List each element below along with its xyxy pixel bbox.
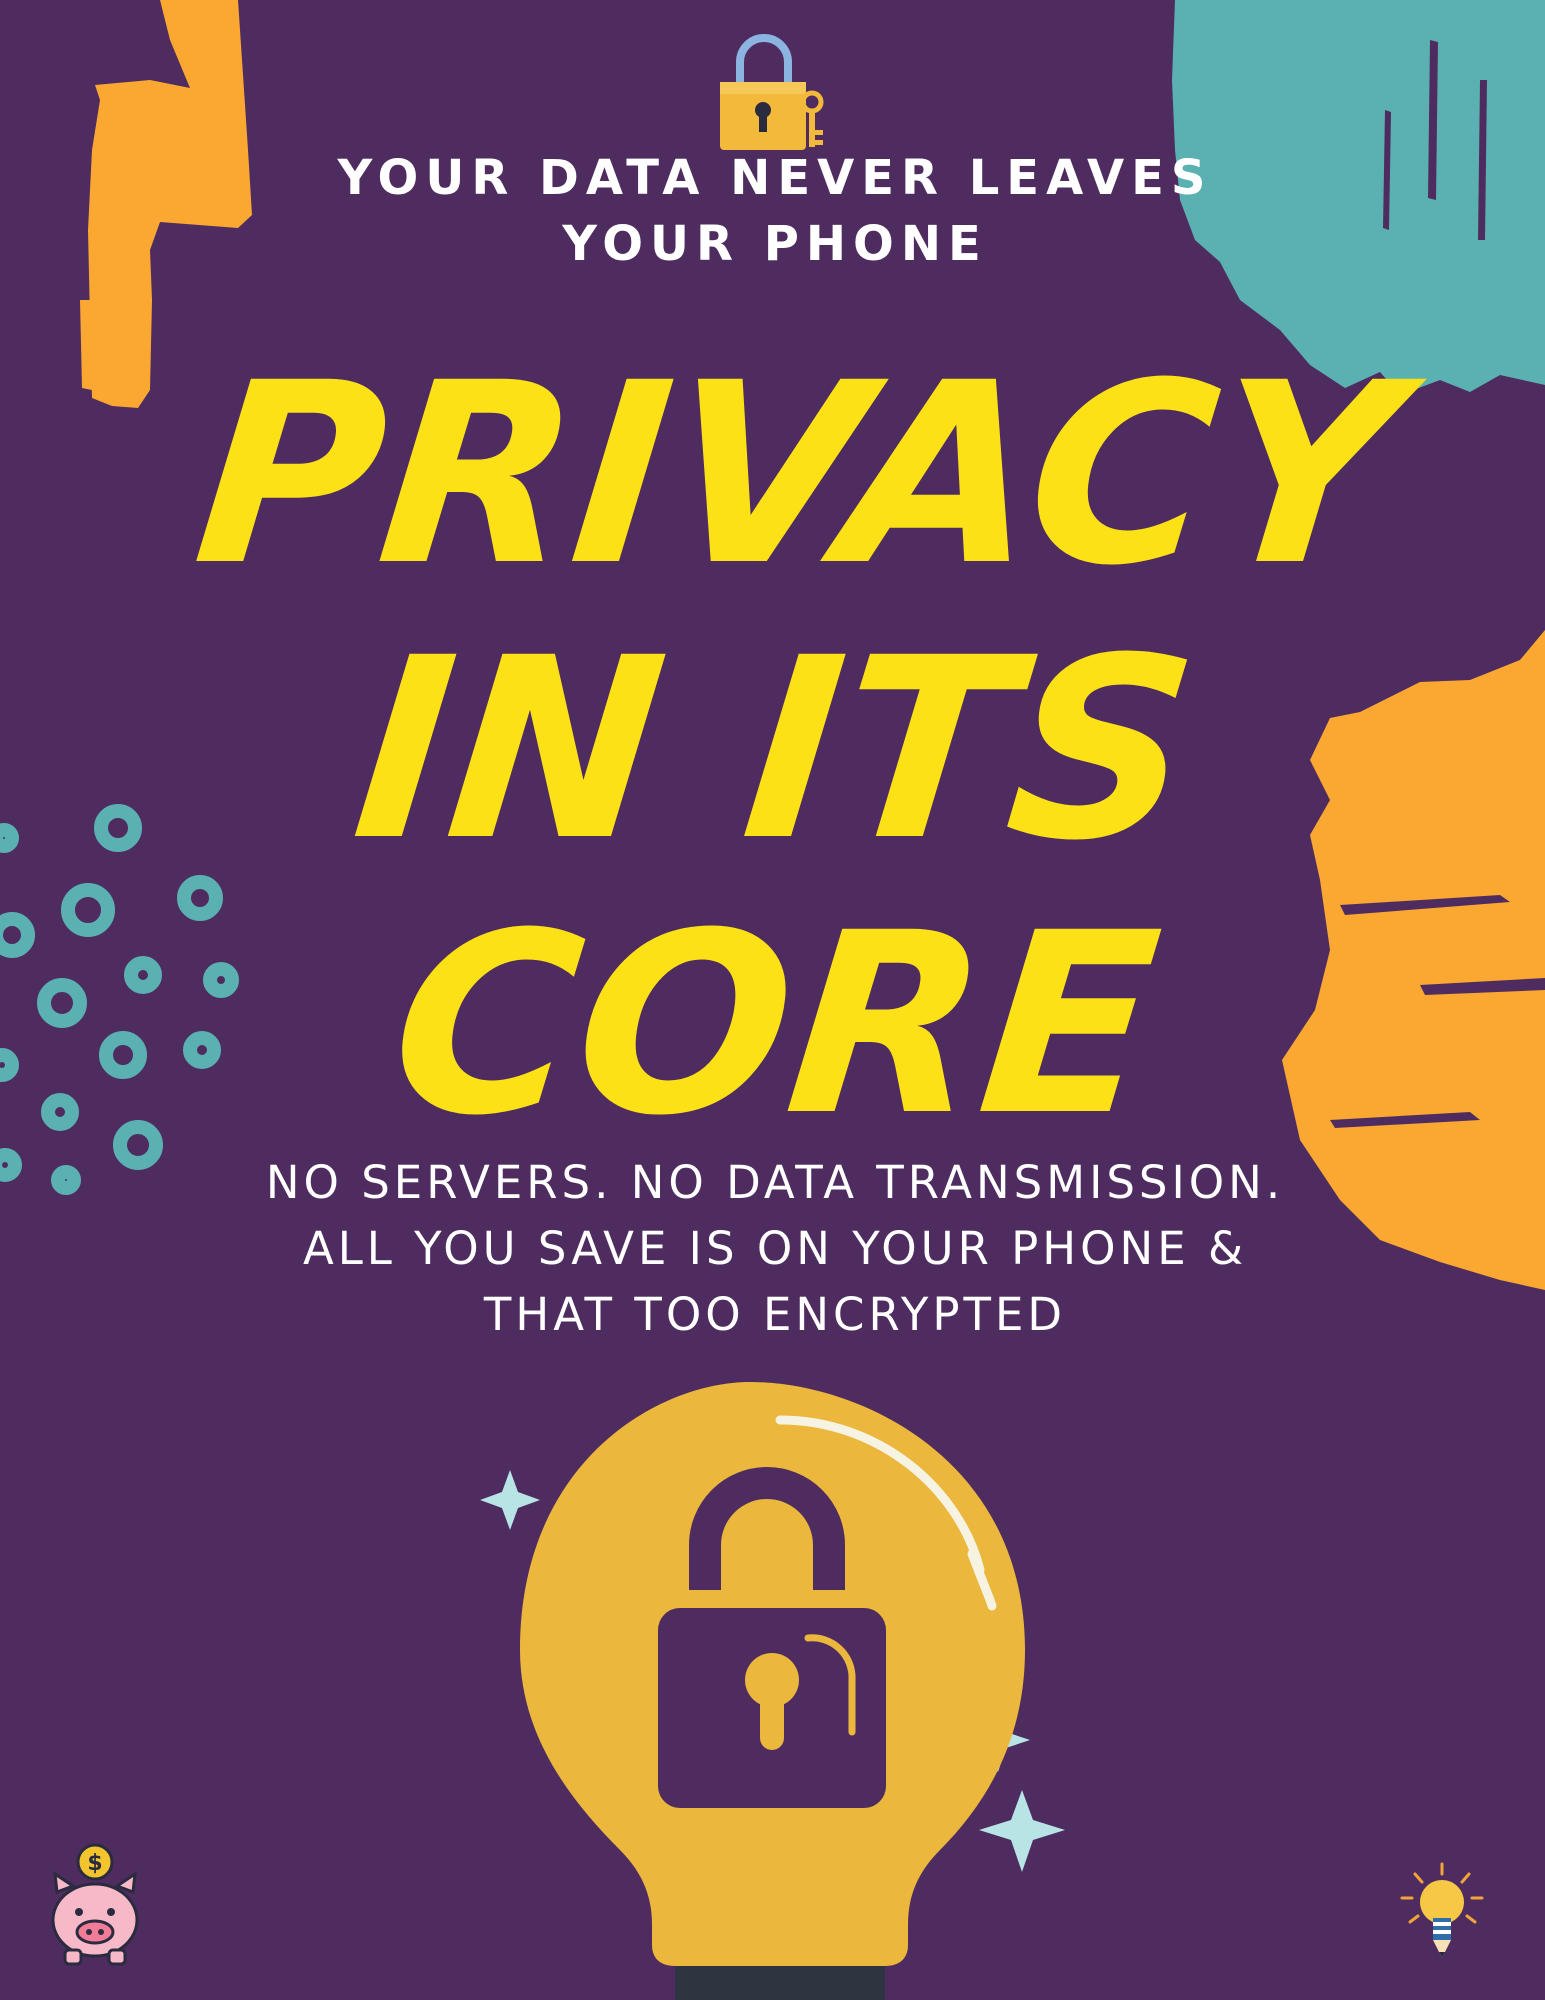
poster: YOUR DATA NEVER LEAVES YOUR PHONE PRIVAC… [0,0,1545,2000]
piggy-bank-icon: $ [51,1843,139,1966]
lightbulb-lock-icon [480,1382,1065,2000]
sparkle-icon [480,1470,540,1530]
tagline: YOUR DATA NEVER LEAVES YOUR PHONE [337,150,1213,272]
description: NO SERVERS. NO DATA TRANSMISSION. ALL YO… [230,1150,1320,1348]
lightbulb-pencil-icon [1400,1862,1484,1958]
headline-line-3: CORE [380,879,1170,1170]
description-line-2: ALL YOU SAVE IS ON YOUR PHONE & [302,1222,1248,1275]
description-line-3: THAT TOO ENCRYPTED [483,1288,1067,1341]
sparkle-icon [979,1790,1065,1872]
headline-line-1: PRIVACY [184,329,1411,620]
headline-line-2: IN ITS [343,604,1207,895]
lock-and-key-icon [720,34,824,150]
description-line-1: NO SERVERS. NO DATA TRANSMISSION. [265,1156,1285,1209]
coin-symbol: $ [87,1851,102,1876]
